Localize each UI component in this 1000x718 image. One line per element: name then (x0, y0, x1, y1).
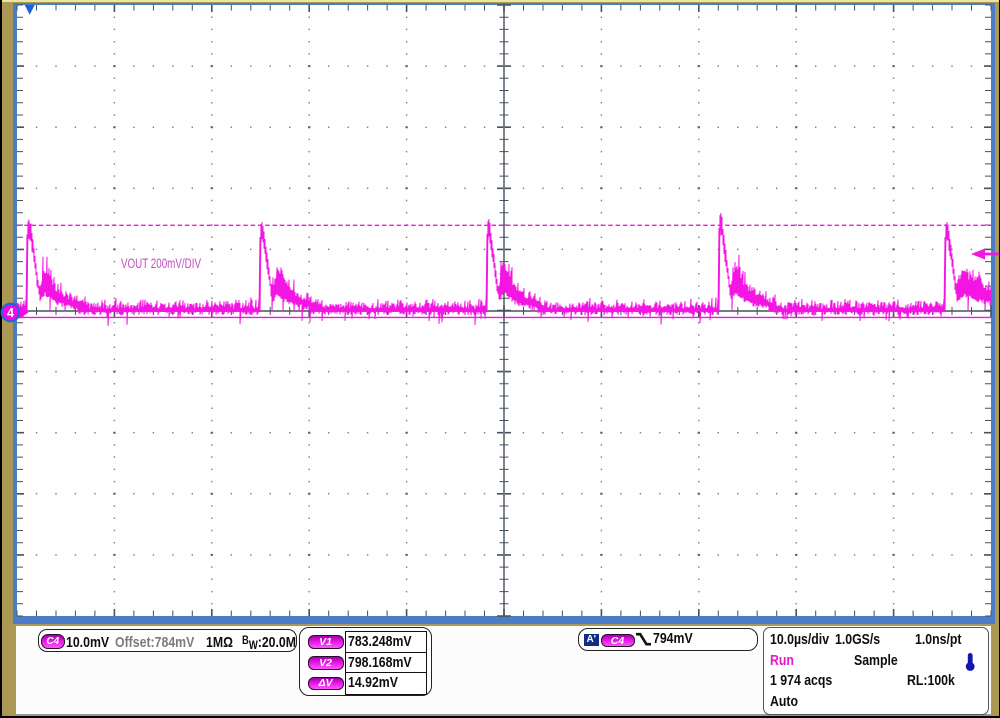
svg-text:VOUT 200mV/DIV: VOUT 200mV/DIV (121, 255, 201, 271)
svg-text:4: 4 (7, 306, 14, 320)
